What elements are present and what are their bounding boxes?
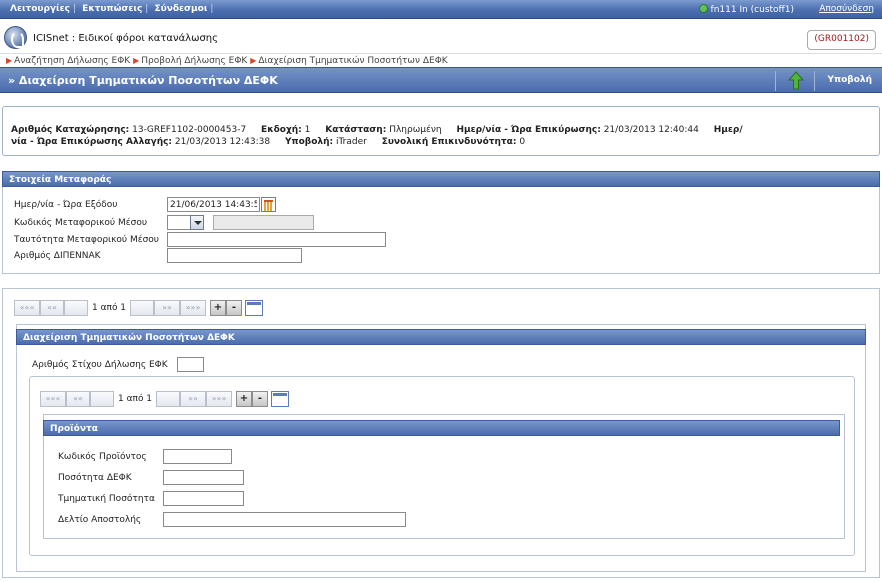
add-row-button[interactable]: + [210, 300, 226, 316]
menu-functions[interactable]: Λειτουργίες [10, 4, 70, 14]
partials-section-header: Διαχείριση Τμηματικών Ποσοτήτων ΔΕΦΚ [16, 329, 866, 345]
excise-qty-input[interactable] [163, 470, 244, 485]
window-icon[interactable] [245, 300, 263, 316]
logout-link[interactable]: Αποσύνδεση [819, 4, 874, 14]
page-title-bar: » Διαχείριση Τμηματικών Ποσοτήτων ΔΕΦΚ Υ… [0, 67, 882, 93]
dipennak-input[interactable] [167, 248, 302, 263]
means-code-select[interactable] [167, 215, 191, 230]
icisnet-logo [4, 26, 27, 49]
risk-label: Συνολική Επικινδυνότητα: [381, 137, 517, 147]
page-indicator: 1 από 1 [92, 303, 127, 313]
next-page-button[interactable]: »» [180, 391, 206, 407]
outer-pager: ««« «« 1 από 1 »» »»» + - [14, 300, 264, 316]
confirm-value: 21/03/2013 12:40:44 [603, 125, 699, 135]
breadcrumb-item[interactable]: Αναζήτηση Δήλωσης ΕΦΚ [14, 56, 130, 66]
toolbar-divider [775, 71, 776, 91]
submitter-label: Υποβολή: [284, 137, 334, 147]
change-value: 21/03/2013 12:43:38 [174, 137, 271, 147]
breadcrumb-item[interactable]: Προβολή Δήλωσης ΕΦΚ [141, 56, 247, 66]
last-page-button[interactable]: »»» [180, 300, 206, 316]
delivery-note-label: Δελτίο Αποστολής [58, 515, 142, 525]
first-page-button[interactable]: ««« [40, 391, 66, 407]
toolbar-divider [814, 71, 815, 91]
app-title: ICISnet : Ειδικοί φόροι κατανάλωσης [33, 33, 218, 44]
last-page-button[interactable]: »»» [206, 391, 232, 407]
prev-page-button[interactable]: «« [40, 300, 64, 316]
main-menu: Λειτουργίες | Εκτυπώσεις | Σύνδεσμοι | [10, 4, 214, 14]
user-info: fn111 In (custoff1) [698, 4, 794, 15]
line-no-label: Αριθμός Στίχου Δήλωσης ΕΦΚ [32, 360, 168, 370]
breadcrumb-item[interactable]: Διαχείριση Τμηματικών Ποσοτήτων ΔΕΦΚ [258, 56, 447, 66]
prev-page-button[interactable]: «« [66, 391, 90, 407]
add-row-button[interactable]: + [236, 391, 252, 407]
declaration-info-panel: Αριθμός Καταχώρησης: 13-GREF1102-0000453… [2, 106, 880, 156]
app-header: ICISnet : Ειδικοί φόροι κατανάλωσης (GR0… [0, 20, 882, 54]
exit-datetime-label: Ημερ/νία - Ώρα Εξόδου [14, 200, 118, 210]
submitter-value: iTrader [335, 137, 367, 147]
user-icon [698, 4, 708, 13]
exit-datetime-input[interactable] [167, 197, 260, 212]
submit-arrow-icon[interactable] [786, 71, 806, 91]
page-blank-button[interactable] [90, 391, 114, 407]
means-id-input[interactable] [167, 232, 386, 247]
breadcrumb: ▶ Αναζήτηση Δήλωσης ΕΦΚ ▶ Προβολή Δήλωσης … [6, 56, 448, 66]
risk-value: 0 [519, 137, 526, 147]
means-id-label: Ταυτότητα Μεταφορικού Μέσου [14, 235, 160, 245]
partial-qty-label: Τμηματική Ποσότητα [58, 494, 155, 504]
next-page-button[interactable]: »» [154, 300, 180, 316]
means-code-label: Κωδικός Μεταφορικού Μέσου [14, 218, 148, 228]
inner-pager: ««« «« 1 από 1 »» »»» + - [40, 391, 290, 407]
partial-qty-input[interactable] [163, 491, 244, 506]
version-value: 1 [304, 125, 311, 135]
page-blank-button[interactable] [130, 300, 154, 316]
change-label-a: Ημερ/ [713, 125, 743, 135]
remove-row-button[interactable]: - [226, 300, 242, 316]
page-blank-button[interactable] [156, 391, 180, 407]
reg-no-value: 13-GREF1102-0000453-7 [132, 125, 247, 135]
dipennak-label: Αριθμός ΔΙΠΕΝΝΑΚ [14, 251, 101, 261]
means-code-description [213, 215, 314, 230]
top-menu-bar: Λειτουργίες | Εκτυπώσεις | Σύνδεσμοι | fn11… [0, 0, 882, 19]
remove-row-button[interactable]: - [252, 391, 268, 407]
user-name: fn111 In (custoff1) [710, 5, 794, 15]
submit-button[interactable]: Υποβολή [827, 75, 872, 85]
screen-code-badge: (GR001102) [807, 30, 876, 50]
product-code-input[interactable] [163, 449, 232, 464]
chevron-down-icon[interactable] [190, 215, 204, 230]
page-title: » Διαχείριση Τμηματικών Ποσοτήτων ΔΕΦΚ [8, 74, 278, 87]
window-icon[interactable] [271, 391, 289, 407]
page-blank-button[interactable] [64, 300, 88, 316]
first-page-button[interactable]: ««« [14, 300, 40, 316]
breadcrumb-arrow-icon: ▶ [6, 56, 13, 65]
delivery-note-input[interactable] [163, 512, 406, 527]
version-label: Εκδοχή: [261, 125, 302, 135]
reg-no-label: Αριθμός Καταχώρησης: [11, 125, 130, 135]
menu-prints[interactable]: Εκτυπώσεις [82, 4, 142, 14]
menu-links[interactable]: Σύνδεσμοι [154, 4, 207, 14]
products-section-header: Προϊόντα [43, 420, 840, 436]
confirm-label: Ημερ/νία - Ώρα Επικύρωσης: [456, 125, 601, 135]
breadcrumb-arrow-icon: ▶ [133, 56, 140, 65]
line-no-input[interactable] [177, 357, 204, 372]
status-value: Πληρωμένη [389, 125, 442, 135]
calendar-icon[interactable] [261, 197, 276, 212]
page-indicator: 1 από 1 [118, 394, 153, 404]
product-code-label: Κωδικός Προϊόντος [58, 452, 147, 462]
breadcrumb-arrow-icon: ▶ [250, 56, 257, 65]
change-label-b: νία - Ώρα Επικύρωσης Αλλαγής: [11, 137, 173, 147]
transport-section-header: Στοιχεία Μεταφοράς [2, 171, 880, 187]
excise-qty-label: Ποσότητα ΔΕΦΚ [58, 473, 132, 483]
status-label: Κατάσταση: [325, 125, 387, 135]
